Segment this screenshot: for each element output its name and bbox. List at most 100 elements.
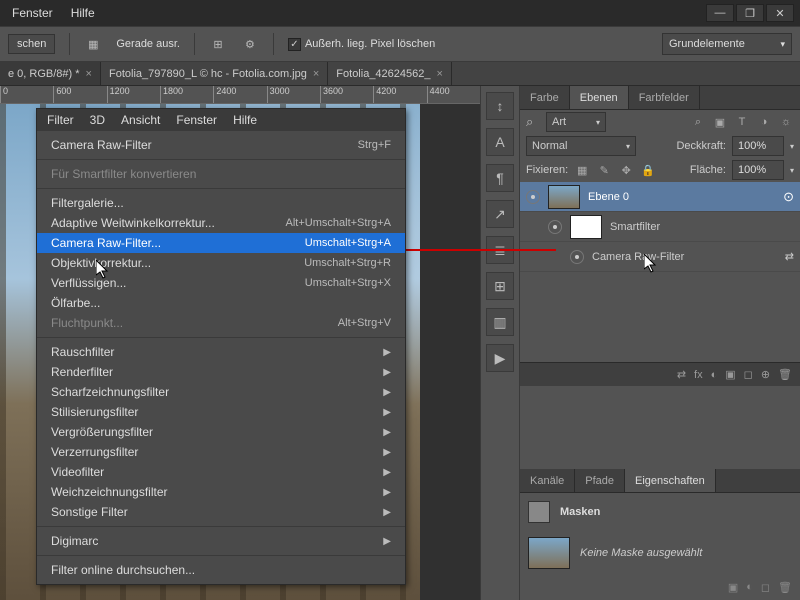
popup-menubar-item[interactable]: Hilfe (233, 113, 257, 127)
panel-toggle-button[interactable]: ↕ (486, 92, 514, 120)
panel-tab[interactable]: Farbe (520, 86, 570, 109)
layer-action-icon[interactable]: ⊕ (761, 368, 770, 381)
menu-fenster[interactable]: Fenster (12, 6, 53, 20)
layer-action-icon[interactable]: ◐ (711, 369, 718, 381)
submenu-arrow-icon: ▶ (383, 347, 391, 358)
layer-action-icon[interactable]: fx (694, 369, 703, 381)
layer-row[interactable]: Smartfilter (520, 212, 800, 242)
menu-item-label: Renderfilter (51, 365, 113, 379)
lock-icon[interactable]: ✥ (618, 162, 634, 178)
panel-toggle-button[interactable]: A (486, 128, 514, 156)
filter-type-icon[interactable]: ◑ (756, 114, 772, 130)
ruler-mark: 1800 (160, 86, 213, 103)
straighten-label[interactable]: Gerade ausr. (116, 38, 180, 50)
menu-item[interactable]: Rauschfilter▶ (37, 342, 405, 362)
close-button[interactable]: ✕ (766, 4, 794, 22)
menu-item[interactable]: Sonstige Filter▶ (37, 502, 405, 522)
filter-type-dropdown[interactable]: Art ▾ (546, 112, 606, 132)
popup-menubar-item[interactable]: Filter (47, 113, 74, 127)
menu-item[interactable]: Verflüssigen...Umschalt+Strg+X (37, 273, 405, 293)
menu-item[interactable]: Stilisierungsfilter▶ (37, 402, 405, 422)
panel-toggle-button[interactable]: ⊞ (486, 272, 514, 300)
filter-type-icon[interactable]: ⌕ (690, 114, 706, 130)
search-icon[interactable]: ⌕ (526, 114, 540, 130)
close-icon[interactable]: × (86, 68, 92, 80)
menu-item[interactable]: Objektivkorrektur...Umschalt+Strg+R (37, 253, 405, 273)
visibility-icon[interactable] (570, 250, 584, 264)
lock-icon[interactable]: ✎ (596, 162, 612, 178)
close-icon[interactable]: × (313, 68, 319, 80)
menu-hilfe[interactable]: Hilfe (71, 6, 95, 20)
menu-item[interactable]: Filtergalerie... (37, 193, 405, 213)
filter-type-icon[interactable]: ▣ (712, 114, 728, 130)
filter-blend-icon[interactable]: ⇄ (785, 250, 794, 263)
separator (194, 33, 195, 55)
menu-item[interactable]: Ölfarbe... (37, 293, 405, 313)
grid-overlay-icon[interactable]: ⊞ (209, 35, 227, 53)
collapsed-panel-dock: ↕A¶↗≣⊞▥▶ (480, 86, 520, 600)
menu-item[interactable]: Renderfilter▶ (37, 362, 405, 382)
popup-menubar-item[interactable]: Ansicht (121, 113, 160, 127)
layer-row[interactable]: Camera Raw-Filter⇄ (520, 242, 800, 272)
properties-action-icon[interactable]: ◐ (746, 581, 753, 594)
opacity-field[interactable]: 100% (732, 136, 784, 156)
filter-type-icon[interactable]: T (734, 114, 750, 130)
menu-item[interactable]: Digimarc▶ (37, 531, 405, 551)
filter-type-icon[interactable]: ☼ (778, 114, 794, 130)
layer-action-icon[interactable]: ⇄ (677, 368, 686, 381)
properties-action-icon[interactable]: 🗑 (778, 581, 792, 594)
layer-action-icon[interactable]: 🗑 (778, 368, 792, 381)
panel-tab[interactable]: Eigenschaften (625, 469, 716, 492)
panel-toggle-button[interactable]: ▥ (486, 308, 514, 336)
menu-item[interactable]: Scharfzeichnungsfilter▶ (37, 382, 405, 402)
clear-pixels-checkbox[interactable]: ✓ Außerh. lieg. Pixel löschen (288, 38, 435, 51)
mask-thumbnail[interactable] (528, 537, 570, 569)
menu-item[interactable]: Verzerrungsfilter▶ (37, 442, 405, 462)
document-tab[interactable]: Fotolia_797890_L © hc - Fotolia.com.jpg× (101, 62, 328, 85)
panel-tab[interactable]: Ebenen (570, 86, 629, 109)
workspace-preset-dropdown[interactable]: Grundelemente ▾ (662, 33, 792, 55)
mask-mode-icon[interactable] (528, 501, 550, 523)
document-tab[interactable]: e 0, RGB/8#) *× (0, 62, 101, 85)
ruler-horizontal: 06001200180024003000360042004400 (0, 86, 480, 104)
layer-action-icon[interactable]: ▣ (725, 368, 735, 381)
visibility-icon[interactable] (526, 190, 540, 204)
panel-tab[interactable]: Kanäle (520, 469, 575, 492)
filter-icons: ⌕ ▣ T ◑ ☼ (690, 114, 794, 130)
delete-label[interactable]: schen (8, 34, 55, 54)
menu-item[interactable]: Camera Raw-Filter...Umschalt+Strg+A (37, 233, 405, 253)
lock-icon[interactable]: 🔒 (640, 162, 656, 178)
properties-action-icon[interactable]: ▣ (728, 581, 738, 594)
popup-menubar-item[interactable]: 3D (90, 113, 105, 127)
blend-mode-dropdown[interactable]: Normal ▾ (526, 136, 636, 156)
panel-tab[interactable]: Farbfelder (629, 86, 700, 109)
layer-thumbnail (548, 185, 580, 209)
gear-icon[interactable]: ⚙ (241, 35, 259, 53)
document-tab[interactable]: Fotolia_42624562_× (328, 62, 452, 85)
popup-menubar-item[interactable]: Fenster (176, 113, 217, 127)
menu-shortcut: Umschalt+Strg+R (304, 257, 391, 269)
panel-toggle-button[interactable]: ↗ (486, 200, 514, 228)
fill-field[interactable]: 100% (732, 160, 784, 180)
lock-icon[interactable]: ▦ (574, 162, 590, 178)
menu-item[interactable]: Videofilter▶ (37, 462, 405, 482)
panel-tab[interactable]: Pfade (575, 469, 625, 492)
panel-toggle-button[interactable]: ¶ (486, 164, 514, 192)
layer-row[interactable]: Ebene 0⊙ (520, 182, 800, 212)
menu-item[interactable]: Weichzeichnungsfilter▶ (37, 482, 405, 502)
maximize-button[interactable]: ❐ (736, 4, 764, 22)
minimize-button[interactable]: — (706, 4, 734, 22)
menu-item[interactable]: Adaptive Weitwinkelkorrektur...Alt+Umsch… (37, 213, 405, 233)
grid-icon[interactable]: ▦ (84, 35, 102, 53)
ruler-mark: 3000 (267, 86, 320, 103)
chevron-down-icon[interactable]: ▾ (790, 166, 794, 175)
close-icon[interactable]: × (437, 68, 443, 80)
properties-action-icon[interactable]: ◻ (761, 581, 770, 594)
menu-item[interactable]: Filter online durchsuchen... (37, 560, 405, 580)
chevron-down-icon[interactable]: ▾ (790, 142, 794, 151)
layer-action-icon[interactable]: ◻ (744, 368, 753, 381)
panel-toggle-button[interactable]: ▶ (486, 344, 514, 372)
visibility-icon[interactable] (548, 220, 562, 234)
menu-item[interactable]: Camera Raw-FilterStrg+F (37, 135, 405, 155)
menu-item[interactable]: Vergrößerungsfilter▶ (37, 422, 405, 442)
